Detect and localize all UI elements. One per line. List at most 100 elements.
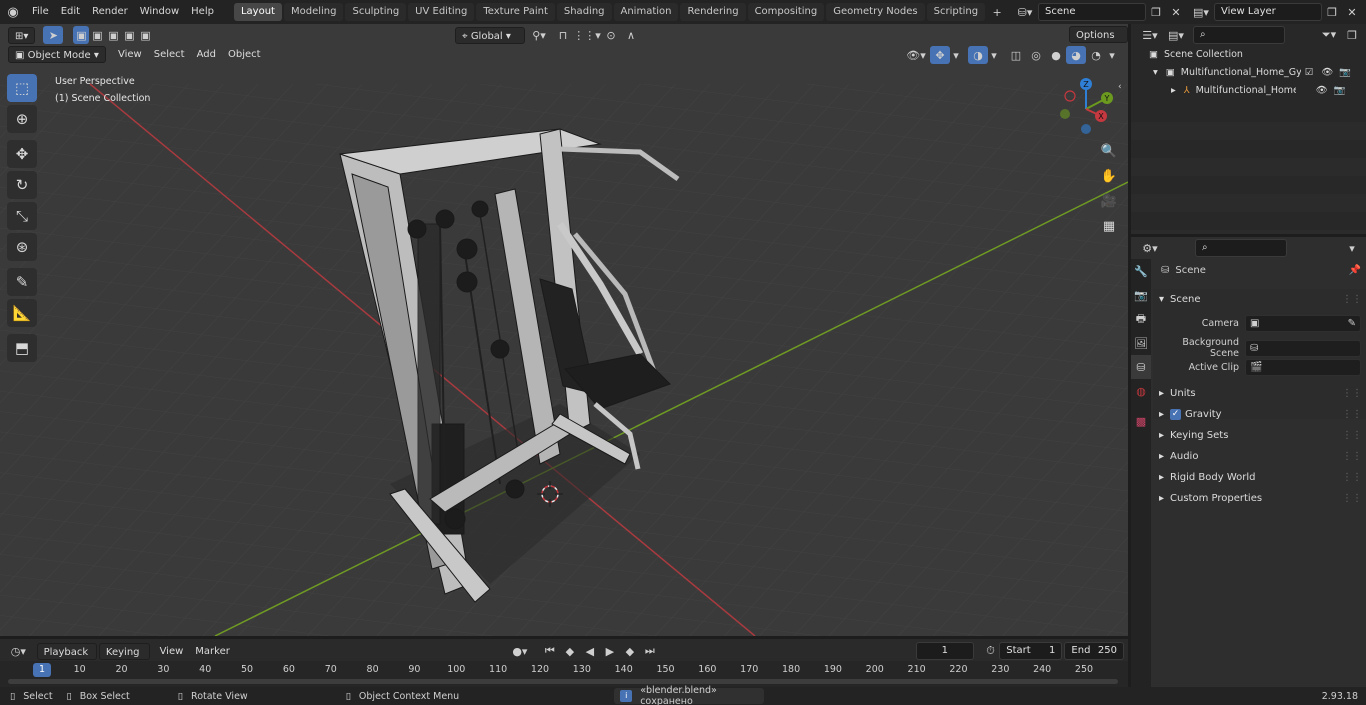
add-cube-tool-icon[interactable]: ⬒ [7,334,37,362]
tab-geometry-nodes[interactable]: Geometry Nodes [826,3,925,21]
filter-icon[interactable]: ⏷▾ [1316,26,1342,44]
transform-tool-icon[interactable]: ⊛ [7,233,37,261]
drag-handle-icon[interactable]: ⋮⋮ [1342,467,1362,488]
camera-view-icon[interactable]: 🎥 [1097,190,1121,212]
new-view-layer-icon[interactable]: ❐ [1322,3,1342,21]
outliner-row-gym-object[interactable]: ▸ ⅄ Multifunctional_Home_Gy 👁 📷 [1171,82,1363,100]
delete-scene-icon[interactable]: ✕ [1166,3,1186,21]
start-frame-field[interactable]: Start 1 [999,642,1063,660]
add-workspace-icon[interactable]: + [987,3,1007,21]
output-tab-icon[interactable]: 🖶 [1131,307,1151,331]
menu-select[interactable]: Select [148,46,191,63]
new-collection-icon[interactable]: ❐ [1342,26,1362,44]
menu-view[interactable]: View [112,46,148,63]
overlay-toggle-icon[interactable]: ◑ [968,46,988,64]
transform-orientation-dropdown[interactable]: ⌖ Global ▾ [455,26,525,44]
proportional-falloff-icon[interactable]: ∧ [621,26,641,44]
panel-rigid-body-world[interactable]: ▸ Rigid Body World ⋮⋮ [1153,467,1366,488]
editor-type-icon[interactable]: ⊞▾ [8,26,36,44]
select-invert-icon[interactable]: ▣ [121,26,137,44]
play-icon[interactable]: ▶ [600,642,620,660]
exclude-checkbox-icon[interactable]: ☑ [1305,64,1314,82]
panel-units[interactable]: ▸ Units ⋮⋮ [1153,383,1366,404]
gizmo-dropdown-icon[interactable]: ▾ [950,46,962,64]
tab-layout[interactable]: Layout [233,3,282,21]
status-message[interactable]: i «blender.blend» сохранено [614,685,765,705]
drag-handle-icon[interactable]: ⋮⋮ [1342,383,1362,404]
menu-render[interactable]: Render [86,0,134,24]
properties-editor-icon[interactable]: ⚙▾ [1137,239,1163,257]
select-subtract-icon[interactable]: ▣ [105,26,121,44]
material-shading-icon[interactable]: ◕ [1066,46,1086,64]
scene-name-field[interactable]: Scene [1038,3,1146,21]
zoom-icon[interactable]: 🔍 [1097,140,1121,162]
keying-dropdown[interactable]: Keying ▾ [98,642,150,675]
outliner-row-scene-collection[interactable]: ▣ Scene Collection [1149,46,1243,64]
drag-handle-icon[interactable]: ⋮⋮ [1342,425,1362,446]
wireframe-shading-icon[interactable]: ◎ [1026,46,1046,64]
render-camera-icon[interactable]: 📷 [1334,82,1346,100]
properties-search-input[interactable]: ⌕ [1195,239,1287,257]
tab-rendering[interactable]: Rendering [680,3,746,21]
menu-add[interactable]: Add [191,46,222,63]
visibility-eye-icon[interactable]: 👁 [1321,64,1333,82]
menu-file[interactable]: File [26,0,55,24]
move-tool-icon[interactable]: ✥ [7,140,37,168]
eyedropper-icon[interactable]: ✎ [1348,318,1356,329]
overlay-dropdown-icon[interactable]: ▾ [988,46,1000,64]
outliner-row-gym-collection[interactable]: ▾ ▣ Multifunctional_Home_Gym_S ☑ 👁 📷 [1153,64,1363,82]
properties-options-icon[interactable]: ▾ [1342,239,1362,257]
select-intersect-icon[interactable]: ▣ [137,26,153,44]
tab-sculpting[interactable]: Sculpting [345,3,407,21]
panel-custom-properties[interactable]: ▸ Custom Properties ⋮⋮ [1153,488,1366,509]
camera-field[interactable]: ▣ ✎ [1245,315,1361,332]
timeline-menu-marker[interactable]: Marker [189,643,236,660]
end-frame-field[interactable]: End 250 [1064,642,1125,660]
sidebar-toggle-icon[interactable]: ‹ [1118,82,1122,92]
world-tab-icon[interactable]: ◍ [1131,379,1151,403]
object-mode-dropdown[interactable]: ▣ Object Mode ▾ [8,46,106,63]
preview-range-icon[interactable]: ⏱ [982,642,1000,660]
record-icon[interactable]: ●▾ [506,642,534,660]
menu-object[interactable]: Object [222,46,267,63]
snap-options-icon[interactable]: ⋮⋮▾ [573,26,601,44]
tab-animation[interactable]: Animation [613,3,679,21]
menu-help[interactable]: Help [185,0,220,24]
timeline-editor-icon[interactable]: ◷▾ [6,642,31,660]
navigation-gizmo[interactable]: Z Y X [1055,74,1121,140]
drag-handle-icon[interactable]: ⋮⋮ [1342,446,1362,467]
select-tool-icon[interactable]: ➤ [43,26,64,44]
drag-handle-icon[interactable]: ⋮⋮ [1342,404,1362,425]
current-frame-field[interactable]: 1 [915,642,974,660]
scale-tool-icon[interactable]: ⤡ [7,202,37,230]
tab-uv-editing[interactable]: UV Editing [408,3,475,21]
jump-start-icon[interactable]: ⏮ [540,642,560,660]
timeline-ruler[interactable]: 1 10 20 30 40 50 60 70 80 90 100 110 120 130 140 150 160… [0,661,1128,687]
ortho-grid-icon[interactable]: ▦ [1097,215,1121,237]
drag-handle-icon[interactable]: ⋮⋮ [1342,289,1362,310]
select-extend-icon[interactable]: ▣ [89,26,105,44]
view-layer-tab-icon[interactable]: 🖼 [1131,331,1151,355]
annotate-tool-icon[interactable]: ✎ [7,268,37,296]
3d-viewport[interactable]: ⊞▾ ➤ ▣ ▣ ▣ ▣ ▣ ⌖ Global ▾ ⚲▾ ⊓ ⋮⋮▾ ⊙ ∧ O… [0,24,1128,636]
texture-tab-icon[interactable]: ▩ [1131,409,1151,433]
tab-compositing[interactable]: Compositing [747,3,825,21]
render-tab-icon[interactable]: 📷 [1131,283,1151,307]
proportional-edit-icon[interactable]: ⊙ [601,26,621,44]
gizmo-toggle-icon[interactable]: ✥ [930,46,950,64]
panel-keying-sets[interactable]: ▸ Keying Sets ⋮⋮ [1153,425,1366,446]
tab-texture-paint[interactable]: Texture Paint [476,3,555,21]
view-layer-icon[interactable]: ▤▾ [1188,3,1214,21]
view-layer-field[interactable]: View Layer [1214,3,1322,21]
new-scene-icon[interactable]: ❐ [1146,3,1166,21]
scene-tab-icon[interactable]: ⛁ [1131,355,1151,379]
expand-arrow-icon[interactable]: ▸ [1171,82,1176,100]
shading-dropdown-icon[interactable]: ▾ [1106,46,1118,64]
blender-logo-icon[interactable]: ◉ [0,3,26,21]
cursor-tool-icon[interactable]: ⊕ [7,105,37,133]
scene-icon[interactable]: ⛁▾ [1012,3,1038,21]
pivot-point-icon[interactable]: ⚲▾ [525,26,553,44]
tool-tab-icon[interactable]: 🔧 [1131,259,1151,283]
panel-audio[interactable]: ▸ Audio ⋮⋮ [1153,446,1366,467]
xray-toggle-icon[interactable]: ◫ [1006,46,1026,64]
